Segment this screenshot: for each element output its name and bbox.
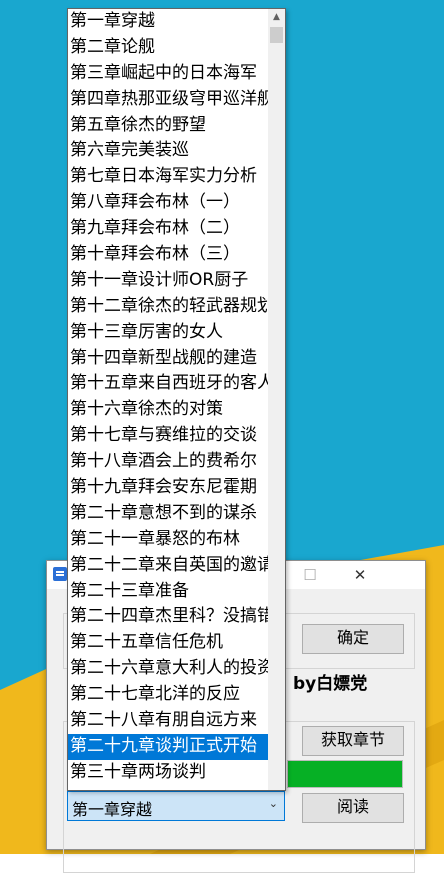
chapter-list-item[interactable]: 第四章热那亚级穹甲巡洋舰 [68, 87, 268, 113]
chapter-list-item[interactable]: 第十八章酒会上的费希尔 [68, 449, 268, 475]
chapter-list-item[interactable]: 第十九章拜会安东尼霍期 [68, 475, 268, 501]
chapter-list-item[interactable]: 第七章日本海军实力分析 [68, 164, 268, 190]
chevron-down-icon[interactable]: ⌄ [269, 797, 278, 810]
chapter-select-value: 第一章穿越 [72, 800, 153, 819]
chapter-list-item[interactable]: 第二十四章杰里科？没搞错 [68, 604, 268, 630]
chapter-list-item[interactable]: 第九章拜会布林（二） [68, 216, 268, 242]
chapter-list-item[interactable]: 第二十八章有朋自远方来 [68, 708, 268, 734]
chapter-list-item[interactable]: 第十六章徐杰的对策 [68, 397, 268, 423]
author-label: by白嫖党 [293, 674, 368, 694]
chapter-list-item[interactable]: 第二十章意想不到的谋杀 [68, 501, 268, 527]
chapter-list-item[interactable]: 第二十七章北洋的反应 [68, 682, 268, 708]
chapter-list-item[interactable]: 第一章穿越 [68, 9, 268, 35]
scrollbar-thumb[interactable] [270, 27, 283, 43]
chapter-list-item[interactable]: 第二十五章信任危机 [68, 630, 268, 656]
progress-fill [288, 761, 402, 787]
chapter-list-item[interactable]: 第五章徐杰的野望 [68, 113, 268, 139]
chapter-list-item[interactable]: 第二十二章来自英国的邀请 [68, 553, 268, 579]
app-icon [53, 567, 67, 581]
maximize-button[interactable]: ☐ [287, 561, 333, 589]
chapter-list-item[interactable]: 第二十九章谈判正式开始 [68, 733, 268, 760]
fetch-chapters-button[interactable]: 获取章节 [302, 726, 404, 756]
chapter-select[interactable]: 第一章穿越 ⌄ [67, 791, 285, 821]
scrollbar[interactable]: ▲ [268, 9, 285, 790]
chapter-list-item[interactable]: 第二十三章准备 [68, 579, 268, 605]
close-button[interactable]: ✕ [337, 561, 383, 589]
chapter-list-item[interactable]: 第十四章新型战舰的建造 [68, 346, 268, 372]
chapter-list-item[interactable]: 第十章拜会布林（三） [68, 242, 268, 268]
confirm-button[interactable]: 确定 [302, 624, 404, 654]
chapter-list-item[interactable]: 第六章完美装巡 [68, 138, 268, 164]
chapter-dropdown-list[interactable]: 第一章穿越 第二章论舰 第三章崛起中的日本海军 第四章热那亚级穹甲巡洋舰 第五章徐杰的野… [67, 8, 286, 791]
chapter-list-item[interactable]: 第十二章徐杰的轻武器规划 [68, 294, 268, 320]
chapter-list-item[interactable]: 第二十一章暴怒的布林 [68, 527, 268, 553]
chapter-list-item[interactable]: 第二十六章意大利人的投资 [68, 656, 268, 682]
scroll-up-arrow-icon[interactable]: ▲ [268, 9, 285, 26]
chapter-list-item[interactable]: 第十一章设计师OR厨子 [68, 268, 268, 294]
progress-bar [287, 760, 403, 788]
chapter-list-item[interactable]: 第八章拜会布林（一） [68, 190, 268, 216]
chapter-list-item[interactable]: 第十五章来自西班牙的客人 [68, 371, 268, 397]
read-button[interactable]: 阅读 [302, 793, 404, 823]
chapter-list-item[interactable]: 第十三章厉害的女人 [68, 320, 268, 346]
chapter-list-item[interactable]: 第三章崛起中的日本海军 [68, 61, 268, 87]
chapter-list[interactable]: 第一章穿越 第二章论舰 第三章崛起中的日本海军 第四章热那亚级穹甲巡洋舰 第五章徐杰的野… [68, 9, 268, 790]
chapter-list-item[interactable]: 第三十章两场谈判 [68, 760, 268, 786]
chapter-list-item[interactable]: 第十七章与赛维拉的交谈 [68, 423, 268, 449]
chapter-list-item[interactable]: 第二章论舰 [68, 35, 268, 61]
